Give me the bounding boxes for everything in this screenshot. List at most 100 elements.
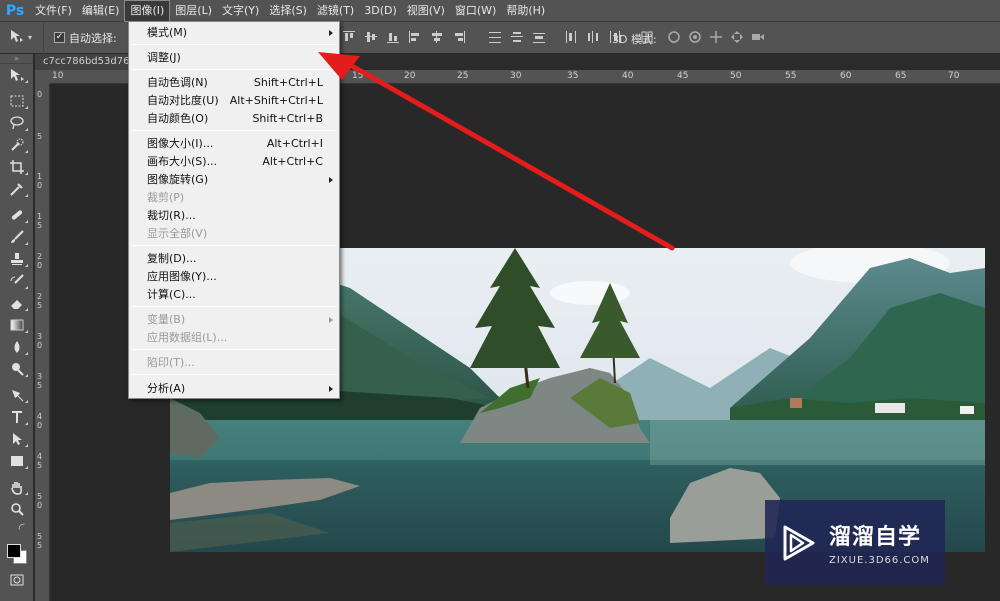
quick-select-tool[interactable] <box>0 134 34 156</box>
menu-item-trim[interactable]: 裁切(R)... <box>129 207 339 225</box>
quick-mask-button[interactable] <box>0 569 34 591</box>
align-hcenter-icon[interactable] <box>428 28 446 46</box>
menu-item-duplicate[interactable]: 复制(D)... <box>129 250 339 268</box>
align-top-icon[interactable] <box>340 28 358 46</box>
menu-layer[interactable]: 图层(L) <box>170 0 217 22</box>
ruler-label: 5 0 <box>37 492 43 510</box>
distribute-left-icon[interactable] <box>562 28 580 46</box>
vertical-ruler[interactable]: 0 5 1 0 1 5 2 0 2 5 3 0 3 5 4 0 4 5 5 0 … <box>35 84 50 601</box>
submenu-arrow-icon <box>329 177 333 183</box>
menu-item-auto-tone[interactable]: 自动色调(N) Shift+Ctrl+L <box>129 74 339 92</box>
blur-tool[interactable] <box>0 336 34 358</box>
menu-item-label: 裁剪(P) <box>147 191 185 204</box>
menu-item-image-size[interactable]: 图像大小(I)... Alt+Ctrl+I <box>129 135 339 153</box>
distribute-vcenter-icon[interactable] <box>508 28 526 46</box>
menu-image[interactable]: 图像(I) <box>124 0 171 22</box>
distribute-top-icon[interactable] <box>486 28 504 46</box>
history-brush-tool[interactable] <box>0 270 34 292</box>
menu-item-apply-image[interactable]: 应用图像(Y)... <box>129 268 339 286</box>
menu-item-crop[interactable]: 裁剪(P) <box>129 189 339 207</box>
scale-3d-icon[interactable] <box>750 29 766 45</box>
ruler-label: 40 <box>622 71 634 81</box>
document-tab[interactable]: c7cc786bd53d760 <box>35 54 130 70</box>
watermark: 溜溜自学 ZIXUE.3D66.COM <box>765 500 945 585</box>
menu-item-label: 陷印(T)... <box>147 356 195 369</box>
history-brush-icon <box>10 274 24 284</box>
ruler-label: 70 <box>948 71 960 81</box>
ruler-label: 60 <box>840 71 852 81</box>
menu-window[interactable]: 窗口(W) <box>450 0 501 22</box>
lasso-tool[interactable] <box>0 112 34 134</box>
align-right-icon[interactable] <box>450 28 468 46</box>
roll-3d-icon[interactable] <box>687 29 703 45</box>
menu-filter[interactable]: 滤镜(T) <box>312 0 359 22</box>
menu-item-apply-data-set[interactable]: 应用数据组(L)... <box>129 329 339 347</box>
align-bottom-icon[interactable] <box>384 28 402 46</box>
menu-item-mode[interactable]: 模式(M) <box>129 24 339 42</box>
move-tool[interactable] <box>0 64 34 86</box>
auto-select-checkbox[interactable]: ✓ 自动选择: <box>54 30 117 46</box>
menu-edit[interactable]: 编辑(E) <box>77 0 125 22</box>
distribute-hcenter-icon[interactable] <box>584 28 602 46</box>
pen-tool[interactable] <box>0 384 34 406</box>
menu-item-label: 调整(J) <box>147 51 181 64</box>
rotate-3d-icon[interactable] <box>666 29 682 45</box>
zoom-tool[interactable] <box>0 498 34 520</box>
slide-3d-icon[interactable] <box>729 29 745 45</box>
menu-item-auto-contrast[interactable]: 自动对比度(U) Alt+Shift+Ctrl+L <box>129 92 339 110</box>
align-left-icon[interactable] <box>406 28 424 46</box>
ruler-label: 3 0 <box>37 332 43 350</box>
foreground-color-swatch[interactable] <box>7 544 21 558</box>
menu-item-label: 自动色调(N) <box>147 76 208 89</box>
menu-view[interactable]: 视图(V) <box>402 0 450 22</box>
eyedropper-tool[interactable] <box>0 178 34 200</box>
panel-collapse-icon[interactable]: » <box>0 54 33 64</box>
align-vcenter-icon[interactable] <box>362 28 380 46</box>
type-icon <box>12 411 22 423</box>
distribute-bottom-icon[interactable] <box>530 28 548 46</box>
menu-3d[interactable]: 3D(D) <box>359 0 402 22</box>
type-tool[interactable] <box>0 406 34 428</box>
menu-item-reveal-all[interactable]: 显示全部(V) <box>129 225 339 243</box>
checkmark-icon[interactable]: ✓ <box>54 32 65 43</box>
menu-item-auto-color[interactable]: 自动颜色(O) Shift+Ctrl+B <box>129 110 339 128</box>
ruler-label: 0 <box>37 90 43 99</box>
rectangle-icon <box>11 456 23 466</box>
move-icon <box>11 69 24 81</box>
menu-item-canvas-size[interactable]: 画布大小(S)... Alt+Ctrl+C <box>129 153 339 171</box>
submenu-arrow-icon <box>329 55 333 61</box>
healing-brush-tool[interactable] <box>0 204 34 226</box>
menu-separator <box>131 69 337 70</box>
menu-item-label: 显示全部(V) <box>147 227 208 240</box>
submenu-arrow-icon <box>329 317 333 323</box>
menu-item-image-rotation[interactable]: 图像旋转(G) <box>129 171 339 189</box>
shape-tool[interactable] <box>0 450 34 472</box>
brush-tool[interactable] <box>0 226 34 248</box>
crop-tool[interactable] <box>0 156 34 178</box>
clone-stamp-tool[interactable] <box>0 248 34 270</box>
menu-item-variables[interactable]: 变量(B) <box>129 311 339 329</box>
menu-item-calculations[interactable]: 计算(C)... <box>129 286 339 304</box>
ruler-origin[interactable] <box>35 70 50 84</box>
menu-type[interactable]: 文字(Y) <box>217 0 264 22</box>
photoshop-logo[interactable]: Ps <box>0 0 30 22</box>
menu-help[interactable]: 帮助(H) <box>501 0 550 22</box>
dodge-tool[interactable] <box>0 358 34 380</box>
gradient-tool[interactable] <box>0 314 34 336</box>
ruler-label: 3 5 <box>37 372 43 390</box>
menu-file[interactable]: 文件(F) <box>30 0 77 22</box>
menu-select[interactable]: 选择(S) <box>264 0 312 22</box>
pan-3d-icon[interactable] <box>708 29 724 45</box>
eraser-tool[interactable] <box>0 292 34 314</box>
menu-item-analysis[interactable]: 分析(A) <box>129 380 339 398</box>
ruler-label: 45 <box>677 71 689 81</box>
menu-item-trap[interactable]: 陷印(T)... <box>129 354 339 372</box>
menu-item-adjustments[interactable]: 调整(J) <box>129 49 339 67</box>
swap-colors[interactable] <box>0 520 34 536</box>
path-select-tool[interactable] <box>0 428 34 450</box>
tool-preset-picker[interactable]: ▾ <box>0 21 44 54</box>
marquee-tool[interactable] <box>0 90 34 112</box>
quick-mask-icon <box>10 574 24 586</box>
marquee-icon <box>10 95 24 107</box>
hand-tool[interactable] <box>0 476 34 498</box>
